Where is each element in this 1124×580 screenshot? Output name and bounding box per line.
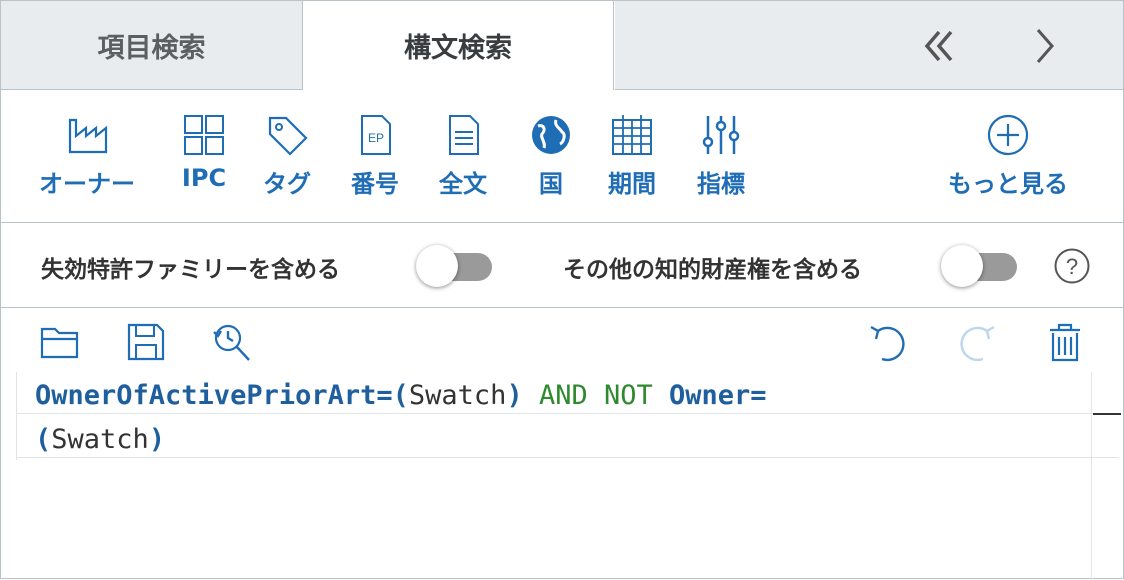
- filter-country-button[interactable]: 国: [528, 112, 574, 199]
- filter-fulltext-label: 全文: [439, 170, 487, 198]
- filter-country-label: 国: [539, 170, 563, 198]
- query-action-bar: [1, 308, 1123, 372]
- grid-icon: [184, 115, 224, 155]
- query-line-1: OwnerOfActivePriorArt=(Swatch) AND NOT O…: [35, 380, 767, 411]
- redo-icon: [954, 320, 998, 364]
- query-token: OwnerOfActivePriorArt: [35, 380, 377, 411]
- ep-document-icon: EP: [361, 115, 391, 155]
- filter-toolbar: オーナー IPC タグ EP 番号 全文 国 期間 指標 もっと見る: [1, 90, 1123, 223]
- plus-circle-icon: [987, 114, 1029, 156]
- query-token: =(: [376, 380, 409, 411]
- sliders-icon: [702, 116, 740, 154]
- tab-syntax-search[interactable]: 構文検索: [303, 1, 614, 90]
- editor-gutter: [16, 372, 17, 460]
- document-icon: [449, 115, 479, 155]
- query-line-2: (Swatch): [35, 424, 165, 455]
- filter-fulltext-button[interactable]: 全文: [439, 112, 487, 199]
- options-row: 失効特許ファミリーを含める その他の知的財産権を含める: [1, 223, 1123, 308]
- query-token: Swatch: [408, 380, 507, 411]
- svg-text:EP: EP: [368, 131, 384, 145]
- toggle-knob: [941, 245, 983, 287]
- filter-period-button[interactable]: 期間: [608, 112, 656, 199]
- query-token: Owner: [669, 380, 751, 411]
- filter-tag-label: タグ: [263, 170, 311, 198]
- globe-icon: [532, 116, 570, 154]
- text-cursor: [1093, 413, 1121, 415]
- editor-scrollbar[interactable]: [1091, 372, 1123, 580]
- query-token: Swatch: [51, 424, 149, 455]
- more-filters-button[interactable]: もっと見る: [948, 112, 1068, 199]
- trash-icon[interactable]: [1043, 320, 1087, 364]
- syntax-search-panel: 項目検索 構文検索 オーナー IPC タグ EP 番号 全文 国 期間 指標 も…: [0, 0, 1124, 580]
- include-other-ip-label: その他の知的財産権を含める: [563, 257, 862, 283]
- filter-number-button[interactable]: EP 番号: [351, 112, 399, 199]
- filter-owner-label: オーナー: [39, 170, 135, 198]
- query-token: (: [35, 424, 52, 455]
- include-other-ip-toggle[interactable]: [941, 245, 1017, 287]
- filter-number-label: 番号: [351, 170, 399, 198]
- double-chevron-left-icon[interactable]: [914, 21, 964, 71]
- tag-icon: [268, 116, 308, 156]
- filter-metric-button[interactable]: 指標: [697, 112, 745, 199]
- toggle-knob: [416, 245, 458, 287]
- filter-ipc-button[interactable]: IPC: [181, 112, 227, 192]
- query-token: ): [506, 380, 523, 411]
- help-icon[interactable]: ?: [1053, 247, 1091, 285]
- svg-text:?: ?: [1066, 254, 1078, 279]
- tab-bar: 項目検索 構文検索: [1, 1, 1123, 90]
- calendar-icon: [612, 115, 652, 155]
- more-filters-label: もっと見る: [948, 170, 1068, 198]
- history-search-icon[interactable]: [209, 320, 253, 364]
- editor-line-row: [17, 416, 1119, 458]
- query-editor[interactable]: OwnerOfActivePriorArt=(Swatch) AND NOT O…: [1, 372, 1123, 580]
- query-token: ): [148, 424, 166, 455]
- filter-ipc-label: IPC: [181, 164, 227, 192]
- undo-icon[interactable]: [867, 320, 911, 364]
- filter-period-label: 期間: [608, 170, 656, 198]
- tab-field-search[interactable]: 項目検索: [1, 1, 303, 90]
- save-icon[interactable]: [124, 320, 168, 364]
- filter-tag-button[interactable]: タグ: [263, 112, 311, 199]
- include-lapsed-toggle[interactable]: [416, 245, 492, 287]
- filter-owner-button[interactable]: オーナー: [39, 112, 135, 199]
- include-lapsed-label: 失効特許ファミリーを含める: [41, 257, 340, 283]
- query-token: =: [750, 380, 767, 411]
- factory-icon: [68, 118, 108, 154]
- folder-open-icon[interactable]: [38, 320, 82, 364]
- query-token: AND NOT: [522, 380, 670, 411]
- filter-metric-label: 指標: [697, 170, 745, 198]
- chevron-right-icon[interactable]: [1019, 21, 1069, 71]
